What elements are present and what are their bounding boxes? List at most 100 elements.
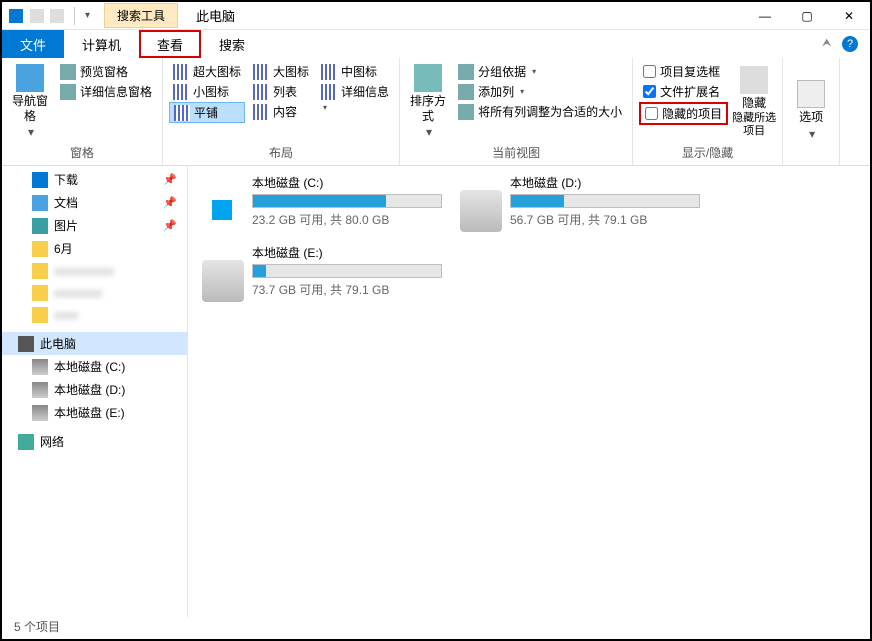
layout-content[interactable]: 内容 <box>249 102 313 121</box>
disk-icon <box>32 405 48 421</box>
ribbon-group-show-hide: 项目复选框 文件扩展名 隐藏的项目 隐藏 隐藏所选项目 显示/隐藏 <box>633 58 783 165</box>
file-ext-toggle[interactable]: 文件扩展名 <box>639 82 728 101</box>
layout-more[interactable]: ▾ <box>317 102 393 113</box>
ribbon-group-label <box>789 159 833 163</box>
tree-network[interactable]: 网络 <box>2 430 187 453</box>
qat-item[interactable] <box>50 9 64 23</box>
drive-name: 本地磁盘 (C:) <box>252 174 442 191</box>
window-title: 此电脑 <box>196 6 235 25</box>
pin-icon: 📌 <box>163 196 177 209</box>
download-icon <box>32 172 48 188</box>
layout-details[interactable]: 详细信息 <box>317 82 393 101</box>
contextual-tab-label: 搜索工具 <box>104 3 178 28</box>
layout-icon <box>321 64 337 80</box>
ribbon-group-label: 布局 <box>169 142 393 163</box>
details-pane-icon <box>60 84 76 100</box>
drive-capacity-bar <box>510 194 700 208</box>
tab-computer[interactable]: 计算机 <box>64 30 139 58</box>
disk-icon <box>32 359 48 375</box>
ribbon-group-current-view: 排序方式 ▾ 分组依据▾ 添加列▾ 将所有列调整为合适的大小 当前视图 <box>400 58 633 165</box>
tab-search[interactable]: 搜索 <box>201 30 263 58</box>
sort-icon <box>414 64 442 92</box>
drive-name: 本地磁盘 (D:) <box>510 174 700 191</box>
folder-icon <box>32 285 48 301</box>
options-button[interactable]: 选项 ▾ <box>789 62 833 159</box>
nav-pane-button[interactable]: 导航窗格 ▾ <box>8 62 52 142</box>
sort-by-button[interactable]: 排序方式 ▾ <box>406 62 450 142</box>
group-by-button[interactable]: 分组依据▾ <box>454 62 626 81</box>
tree-disk-e[interactable]: 本地磁盘 (E:) <box>2 401 187 424</box>
minimize-button[interactable]: — <box>744 2 786 29</box>
pin-icon: 📌 <box>163 219 177 232</box>
tab-view[interactable]: 查看 <box>139 30 201 58</box>
folder-icon <box>32 263 48 279</box>
hide-selected-button[interactable]: 隐藏 隐藏所选项目 <box>732 62 776 142</box>
drive-capacity-text: 56.7 GB 可用, 共 79.1 GB <box>510 211 700 228</box>
drive-capacity-text: 73.7 GB 可用, 共 79.1 GB <box>252 281 442 298</box>
layout-xl-icons[interactable]: 超大图标 <box>169 62 245 81</box>
sort-label: 排序方式 <box>406 94 450 123</box>
qat-item[interactable] <box>30 9 44 23</box>
details-pane-button[interactable]: 详细信息窗格 <box>56 82 156 101</box>
preview-pane-button[interactable]: 预览窗格 <box>56 62 156 81</box>
layout-l-icons[interactable]: 大图标 <box>249 62 313 81</box>
add-column-button[interactable]: 添加列▾ <box>454 82 626 101</box>
drive-c[interactable]: 本地磁盘 (C:) 23.2 GB 可用, 共 80.0 GB <box>202 174 442 232</box>
fit-columns-button[interactable]: 将所有列调整为合适的大小 <box>454 102 626 121</box>
help-icon[interactable]: ? <box>842 36 858 52</box>
layout-icon <box>321 84 337 100</box>
tab-file[interactable]: 文件 <box>2 30 64 58</box>
tree-documents[interactable]: 文档📌 <box>2 191 187 214</box>
tree-disk-c[interactable]: 本地磁盘 (C:) <box>2 355 187 378</box>
drive-icon <box>460 190 502 232</box>
tree-folder[interactable]: xxxxxxxx <box>2 282 187 304</box>
status-count: 5 个项目 <box>14 618 60 635</box>
layout-icon <box>253 84 269 100</box>
ribbon-collapse-icon[interactable]: ⮝ <box>822 37 836 51</box>
item-checkboxes-toggle[interactable]: 项目复选框 <box>639 62 728 81</box>
drive-e[interactable]: 本地磁盘 (E:) 73.7 GB 可用, 共 79.1 GB <box>202 244 442 302</box>
layout-s-icons[interactable]: 小图标 <box>169 82 245 101</box>
pin-icon: 📌 <box>163 173 177 186</box>
ribbon-group-label: 当前视图 <box>406 142 626 163</box>
layout-icon <box>173 84 189 100</box>
options-icon <box>797 80 825 108</box>
hide-icon <box>740 66 768 94</box>
ribbon-group-panes: 导航窗格 ▾ 预览窗格 详细信息窗格 窗格 <box>2 58 163 165</box>
preview-icon <box>60 64 76 80</box>
layout-list[interactable]: 列表 <box>249 82 313 101</box>
tree-folder-6[interactable]: 6月 <box>2 237 187 260</box>
ribbon-group-label: 显示/隐藏 <box>639 142 776 163</box>
titlebar: ▾ 搜索工具 此电脑 — ▢ ✕ <box>2 2 870 30</box>
document-icon <box>32 195 48 211</box>
drive-d[interactable]: 本地磁盘 (D:) 56.7 GB 可用, 共 79.1 GB <box>460 174 700 232</box>
maximize-button[interactable]: ▢ <box>786 2 828 29</box>
drive-capacity-text: 23.2 GB 可用, 共 80.0 GB <box>252 211 442 228</box>
pc-icon <box>18 336 34 352</box>
layout-icon <box>173 64 189 80</box>
layout-icon <box>253 104 269 120</box>
disk-icon <box>32 382 48 398</box>
tree-folder[interactable]: xxxx <box>2 304 187 326</box>
qat-separator <box>74 7 75 25</box>
qat-dropdown[interactable]: ▾ <box>85 10 90 21</box>
drive-capacity-bar <box>252 194 442 208</box>
tree-folder[interactable]: xxxxxxxxxx <box>2 260 187 282</box>
main-area: 下载📌 文档📌 图片📌 6月 xxxxxxxxxx xxxxxxxx xxxx … <box>2 166 870 617</box>
hide-label: 隐藏 <box>742 96 766 110</box>
addcol-icon <box>458 84 474 100</box>
ribbon-group-options: 选项 ▾ <box>783 58 840 165</box>
tree-pictures[interactable]: 图片📌 <box>2 214 187 237</box>
close-button[interactable]: ✕ <box>828 2 870 29</box>
tree-downloads[interactable]: 下载📌 <box>2 168 187 191</box>
tree-this-pc[interactable]: 此电脑 <box>2 332 187 355</box>
fitcol-icon <box>458 104 474 120</box>
layout-icon <box>253 64 269 80</box>
layout-tiles[interactable]: 平铺 <box>169 102 245 123</box>
drive-capacity-bar <box>252 264 442 278</box>
hidden-items-toggle[interactable]: 隐藏的项目 <box>639 102 728 125</box>
drive-name: 本地磁盘 (E:) <box>252 244 442 261</box>
layout-m-icons[interactable]: 中图标 <box>317 62 393 81</box>
tree-disk-d[interactable]: 本地磁盘 (D:) <box>2 378 187 401</box>
nav-pane-icon <box>16 64 44 92</box>
